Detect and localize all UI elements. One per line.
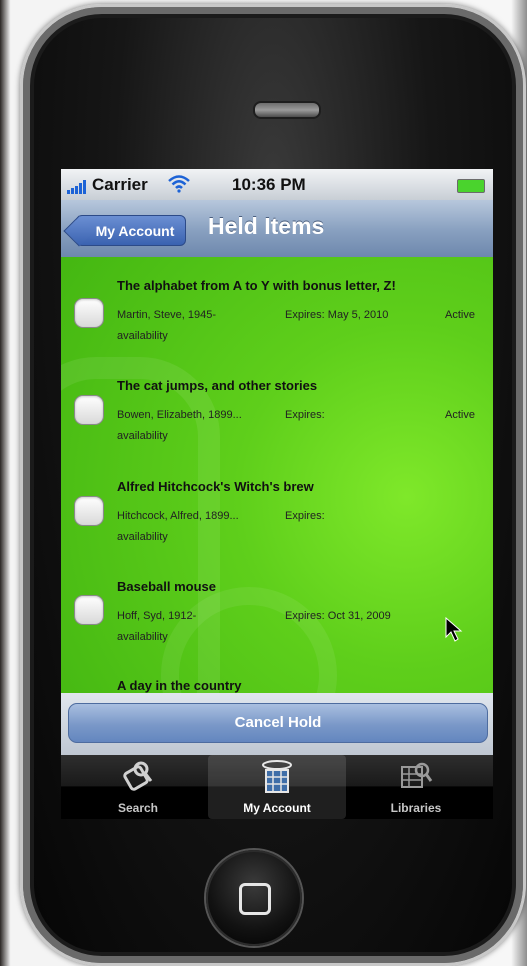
tab-search-label: Search — [117, 801, 159, 815]
tab-bar: Search My Account Libraries — [61, 755, 493, 819]
item-checkbox[interactable] — [74, 298, 104, 328]
item-availability: availability — [117, 330, 168, 342]
carrier-label: Carrier — [92, 175, 148, 194]
clock: 10:36 PM — [232, 175, 306, 194]
list-item[interactable]: Baseball mouse Hoff, Syd, 1912- Expires:… — [61, 579, 493, 679]
tab-my-account-label: My Account — [243, 801, 311, 815]
list-item[interactable]: The cat jumps, and other stories Bowen, … — [61, 378, 493, 478]
item-title: Baseball mouse — [117, 579, 216, 594]
tab-libraries-label: Libraries — [390, 801, 442, 815]
libraries-icon — [401, 762, 433, 788]
home-square-icon — [239, 883, 271, 915]
item-checkbox[interactable] — [74, 395, 104, 425]
item-title: A day in the country — [117, 678, 242, 693]
item-expires: Expires: May 5, 2010 — [285, 309, 389, 321]
status-bar: Carrier 10:36 PM — [61, 169, 493, 200]
item-checkbox[interactable] — [74, 496, 104, 526]
action-bar: Cancel Hold — [61, 693, 493, 755]
back-button-label: My Account — [95, 223, 175, 239]
cancel-hold-button[interactable]: Cancel Hold — [68, 703, 488, 743]
item-checkbox[interactable] — [74, 595, 104, 625]
tab-my-account[interactable]: My Account — [208, 755, 346, 819]
battery-icon — [457, 179, 485, 193]
app-screen: Carrier 10:36 PM My Account Held Items T… — [61, 169, 493, 819]
item-title: The alphabet from A to Y with bonus lett… — [117, 278, 396, 293]
item-expires: Expires: — [285, 510, 325, 522]
page-title: Held Items — [208, 213, 325, 239]
account-icon — [262, 760, 292, 793]
item-status: Active — [445, 309, 475, 321]
item-status: Active — [445, 409, 475, 421]
item-author: Hitchcock, Alfred, 1899... — [117, 510, 239, 522]
item-expires: Expires: Oct 31, 2009 — [285, 610, 391, 622]
mouse-cursor-icon — [445, 617, 463, 642]
held-items-list[interactable]: The alphabet from A to Y with bonus lett… — [61, 257, 493, 693]
signal-icon — [67, 180, 89, 194]
item-availability: availability — [117, 430, 168, 442]
list-item[interactable]: The alphabet from A to Y with bonus lett… — [61, 278, 493, 378]
wifi-icon — [168, 175, 190, 193]
tab-libraries[interactable]: Libraries — [347, 755, 485, 819]
item-title: Alfred Hitchcock's Witch's brew — [117, 479, 314, 494]
list-item[interactable]: Alfred Hitchcock's Witch's brew Hitchcoc… — [61, 479, 493, 579]
home-button[interactable] — [206, 850, 302, 946]
back-button[interactable]: My Account — [76, 215, 186, 246]
item-availability: availability — [117, 531, 168, 543]
earpiece-speaker — [253, 101, 321, 119]
item-author: Bowen, Elizabeth, 1899... — [117, 409, 242, 421]
navigation-bar: My Account Held Items — [61, 200, 493, 258]
item-title: The cat jumps, and other stories — [117, 378, 318, 393]
tab-search[interactable]: Search — [69, 755, 207, 819]
item-author: Hoff, Syd, 1912- — [117, 610, 197, 622]
item-author: Martin, Steve, 1945- — [117, 309, 217, 321]
item-availability: availability — [117, 631, 168, 643]
search-icon — [123, 761, 153, 791]
list-item[interactable]: A day in the country — [61, 678, 493, 693]
item-expires: Expires: — [285, 409, 325, 421]
